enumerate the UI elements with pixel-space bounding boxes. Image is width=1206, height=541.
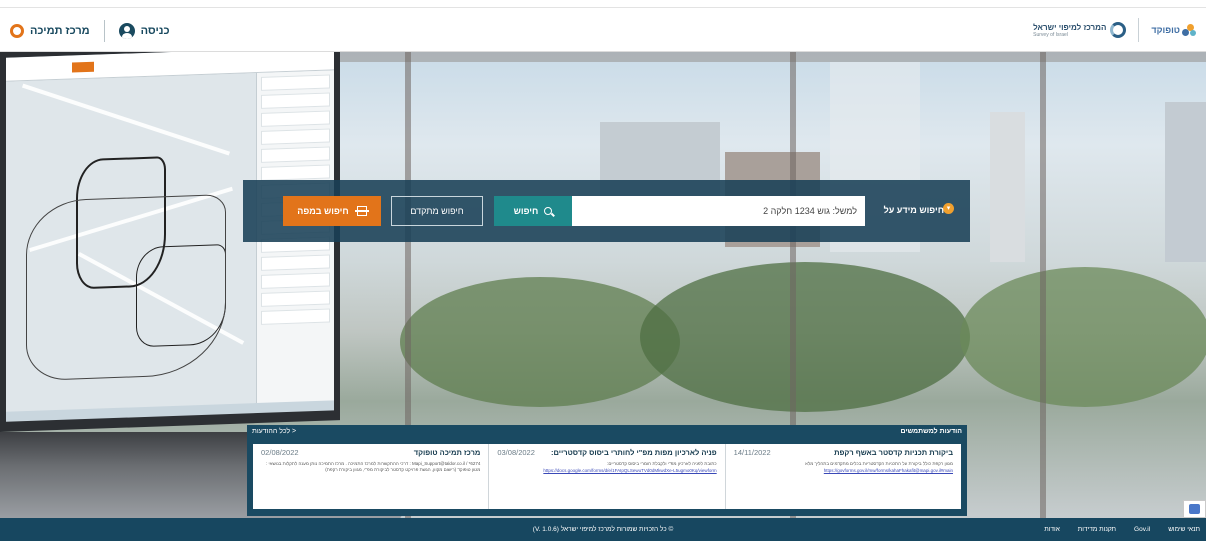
map-search-button[interactable]: חיפוש במפה [283, 196, 381, 226]
footer-link-terms[interactable]: תנאי שימוש [1168, 526, 1200, 533]
header-logos: המרכז למיפוי ישראל Survey of Israel טופו… [1033, 18, 1196, 42]
building [1165, 102, 1206, 262]
announcement-title: ביקורת תכניות קדסטר באשף רקפת [834, 448, 953, 457]
announcement-date: 14/11/2022 [733, 448, 771, 457]
search-panel: ▾ חיפוש מידע על חיפוש חיפוש מתקדם חיפוש … [243, 180, 970, 242]
mapi-logo-icon [1110, 22, 1127, 38]
map-boundary [26, 194, 226, 382]
building [990, 112, 1025, 262]
support-center-link[interactable]: מרכז תמיכה [10, 24, 90, 38]
window-frame [1040, 52, 1046, 518]
all-announcements-link[interactable]: לכל ההודעות > [252, 428, 296, 435]
footer-link-about[interactable]: אודות [1044, 526, 1060, 533]
support-center-label: מרכז תמיכה [30, 25, 90, 37]
announcement-title: פניה לארכיון מפות מפ"י לחותרי ביסוס קדסט… [550, 448, 717, 457]
announcement-date: 02/08/2022 [261, 448, 299, 457]
site-footer: © כל הזכויות שמורות למרכז למיפוי ישראל (… [0, 518, 1206, 541]
login-button[interactable]: כניסה [118, 23, 170, 39]
chevron-down-icon[interactable]: ▾ [943, 203, 954, 214]
announcement-card[interactable]: מרכז תמיכה טופוקד 02/08/2022 Mapi_Suppor… [253, 444, 488, 509]
announcements-panel: לכל ההודעות > הודעות למשתמשים ביקורת תכנ… [247, 425, 967, 516]
footer-link-regulations[interactable]: תקנות מדידות [1078, 526, 1116, 533]
announcement-title: מרכז תמיכה טופוקד [413, 448, 481, 457]
announcement-link[interactable]: https://docs.google.com/forms/d/e/1FAIpQ… [497, 468, 716, 474]
announcement-cards: ביקורת תכניות קדסטר באשף רקפת 14/11/2022… [253, 444, 961, 509]
announcements-title: הודעות למשתמשים [900, 428, 962, 435]
announcement-card[interactable]: ביקורת תכניות קדסטר באשף רקפת 14/11/2022… [724, 444, 961, 509]
mock-map [6, 73, 256, 412]
copyright-text: © כל הזכויות שמורות למרכז למיפוי ישראל (… [532, 526, 674, 533]
header-actions: מרכז תמיכה כניסה [10, 20, 170, 42]
topocad-logo-text: טופוקד [1151, 25, 1180, 35]
announcement-link[interactable]: https://govforms.gov.il/mw/forms/kahaFha… [734, 468, 953, 474]
search-category-label[interactable]: חיפוש מידע על [884, 205, 944, 215]
mapi-logo-subtext: Survey of Israel [1033, 31, 1068, 38]
login-label: כניסה [140, 25, 170, 37]
announcement-body: כתובת לפניה לארכיון מפ"י ולקבלת חומרי בי… [607, 461, 717, 466]
user-icon [118, 23, 135, 39]
topocad-logo-icon [1182, 23, 1196, 37]
announcement-card[interactable]: פניה לארכיון מפות מפ"י לחותרי ביסוס קדסט… [488, 444, 724, 509]
search-button-label: חיפוש [513, 206, 539, 216]
top-strip [0, 0, 1206, 8]
logo-divider [1138, 18, 1140, 42]
announcement-body: מגוון רקפת כולל ביקורת על התכניות הקדסטר… [805, 461, 953, 466]
announcements-header: לכל ההודעות > הודעות למשתמשים [247, 425, 967, 438]
announcement-date: 03/08/2022 [497, 448, 535, 457]
announcement-body: Mapi_Support@taldor.co.il / *6274 : דרכי… [266, 461, 481, 472]
header-divider [103, 20, 105, 42]
mapi-logo[interactable]: המרכז למיפוי ישראל Survey of Israel [1033, 22, 1127, 38]
topocad-logo[interactable]: טופוקד [1151, 23, 1196, 37]
map-search-label: חיפוש במפה [297, 206, 349, 216]
footer-link-govil[interactable]: Gov.il [1134, 526, 1150, 533]
site-header: מרכז תמיכה כניסה המרכז למיפוי ישראל Surv… [0, 8, 1206, 52]
trees [960, 267, 1206, 407]
search-icon [544, 207, 553, 215]
laptop-screen [0, 52, 340, 432]
search-button[interactable]: חיפוש [494, 196, 572, 226]
advanced-search-button[interactable]: חיפוש מתקדם [391, 196, 483, 226]
trees [640, 262, 970, 412]
lifebuoy-icon [10, 24, 24, 38]
footer-links: אודות תקנות מדידות Gov.il תנאי שימוש [1044, 526, 1200, 533]
feedback-widget-icon[interactable] [1183, 500, 1206, 518]
map-select-icon [354, 206, 369, 216]
search-input[interactable] [572, 196, 865, 226]
mapi-logo-text: המרכז למיפוי ישראל [1033, 22, 1107, 32]
